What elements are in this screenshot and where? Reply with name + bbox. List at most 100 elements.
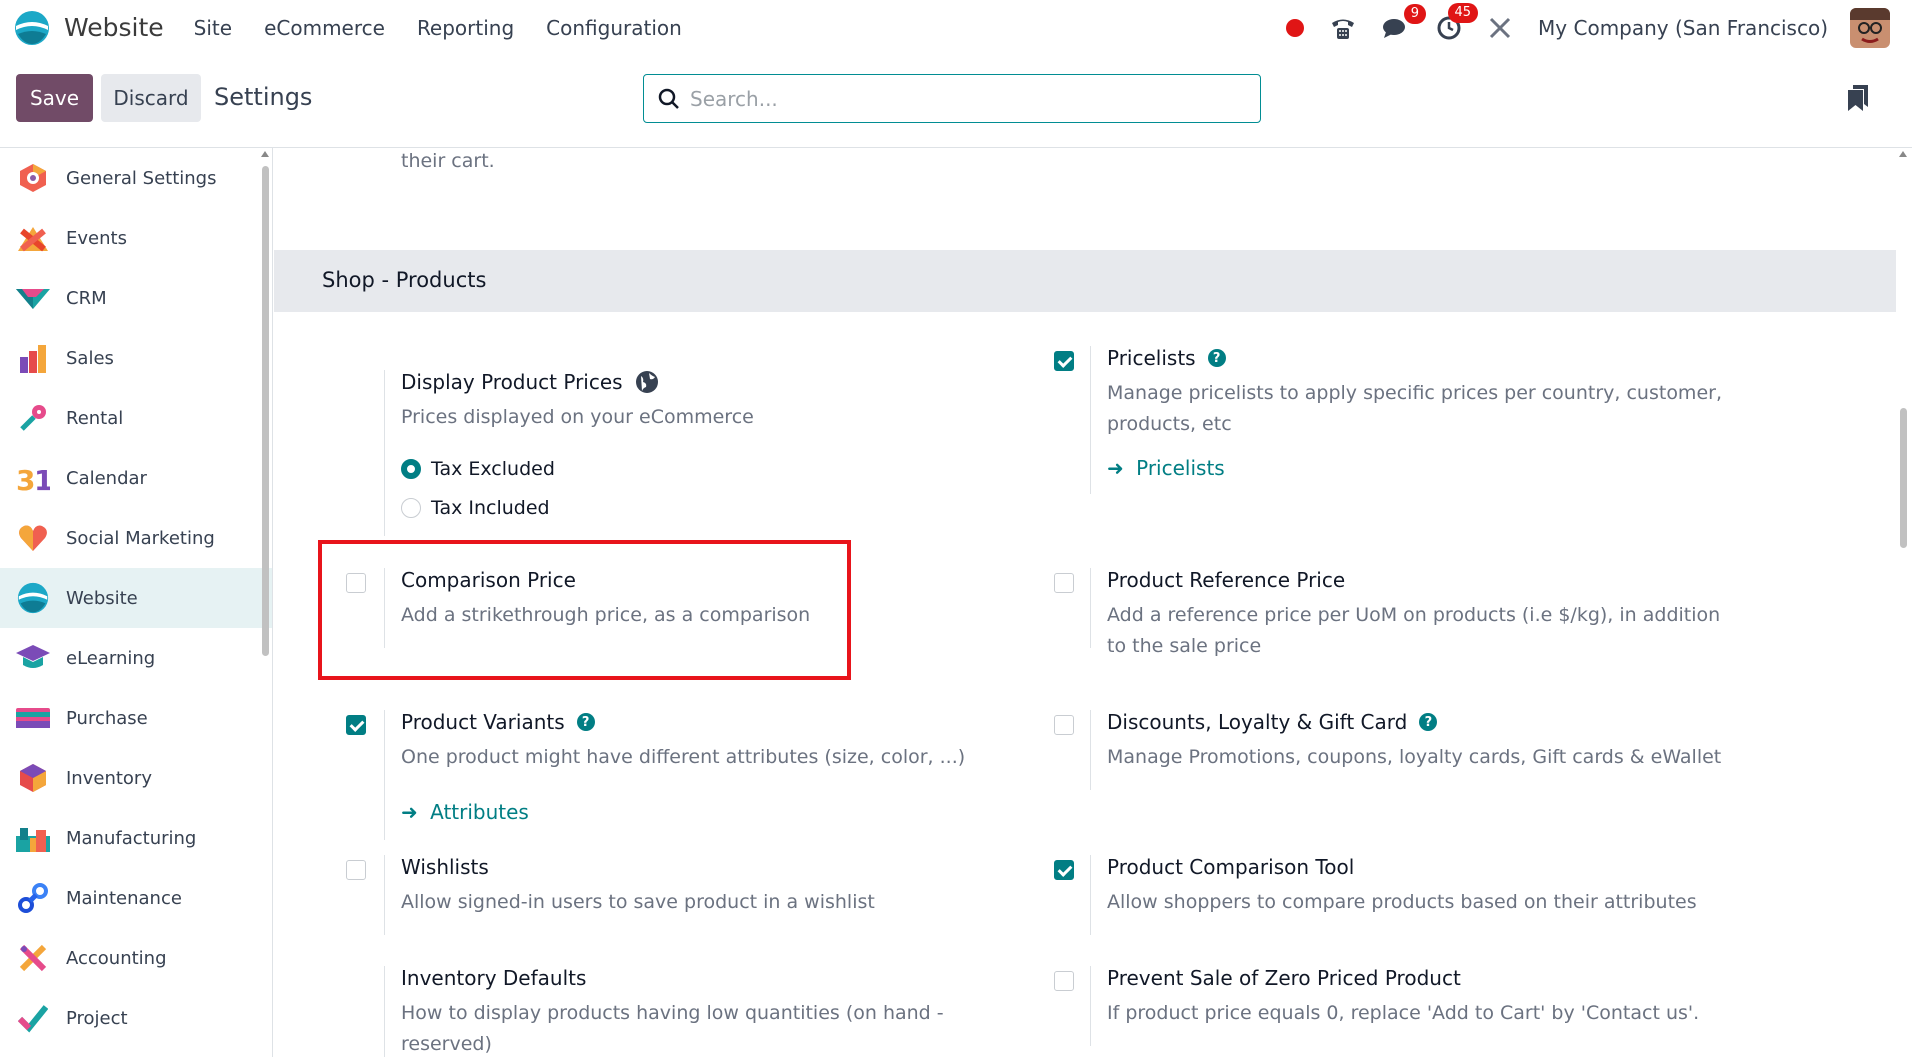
help-icon[interactable]: ? — [1207, 349, 1226, 367]
radio-tax-excluded[interactable]: Tax Excluded — [401, 458, 555, 480]
control-panel: Save Discard Settings — [0, 55, 1912, 148]
crm-icon — [16, 281, 50, 315]
pricelists-link[interactable]: ➜ Pricelists — [1107, 456, 1225, 480]
sidebar-item-project[interactable]: Project — [0, 988, 272, 1048]
help-icon[interactable]: ? — [1419, 713, 1438, 731]
phone-icon — [1332, 19, 1355, 39]
setting-divider — [384, 855, 385, 935]
menu-ecommerce[interactable]: eCommerce — [264, 16, 385, 40]
menu-configuration[interactable]: Configuration — [546, 16, 682, 40]
sidebar-item-elearning[interactable]: eLearning — [0, 628, 272, 688]
sidebar-item-calendar[interactable]: 31 Calendar — [0, 448, 272, 508]
radio-selected-icon — [401, 459, 421, 479]
previous-setting-desc-tail: their cart. — [401, 150, 495, 172]
rental-icon — [16, 401, 50, 435]
sidebar-item-label: Project — [66, 1007, 128, 1029]
sidebar-item-label: Social Marketing — [66, 527, 215, 549]
link-label: Pricelists — [1136, 456, 1225, 480]
setting-description: One product might have different attribu… — [401, 746, 966, 768]
setting-wishlists: Wishlists Allow signed-in users to save … — [384, 855, 984, 935]
app-brand[interactable]: Website — [14, 10, 194, 46]
setting-title: Product Comparison Tool — [1107, 855, 1355, 879]
phone-button[interactable] — [1330, 15, 1356, 41]
setting-description: If product price equals 0, replace 'Add … — [1107, 1002, 1700, 1024]
manufacturing-icon — [16, 821, 50, 855]
setting-title: Pricelists ? — [1107, 346, 1226, 370]
messages-button[interactable]: 9 — [1382, 3, 1427, 40]
sidebar-item-rental[interactable]: Rental — [0, 388, 272, 448]
svg-text:1: 1 — [34, 464, 50, 493]
avatar-icon — [1850, 7, 1890, 48]
sidebar-item-events[interactable]: Events — [0, 208, 272, 268]
accounting-icon — [16, 941, 50, 975]
page-title: Settings — [214, 83, 313, 111]
setting-description: Prices displayed on your eCommerce — [401, 406, 754, 428]
sidebar-item-label: Accounting — [66, 947, 167, 969]
sidebar-item-label: Events — [66, 227, 127, 249]
attributes-link[interactable]: ➜ Attributes — [401, 800, 529, 824]
app-title: Website — [64, 13, 164, 42]
sidebar-item-general-settings[interactable]: General Settings — [0, 148, 272, 208]
setting-title-text: Pricelists — [1107, 346, 1196, 370]
comparison-tool-checkbox[interactable] — [1054, 860, 1074, 880]
bookmark-icon[interactable] — [1848, 85, 1868, 111]
section-header: Shop - Products — [274, 250, 1896, 312]
link-label: Attributes — [430, 800, 529, 824]
sidebar-item-maintenance[interactable]: Maintenance — [0, 868, 272, 928]
setting-description: Manage Promotions, coupons, loyalty card… — [1107, 746, 1722, 768]
recording-indicator[interactable] — [1286, 18, 1305, 37]
sidebar-item-accounting[interactable]: Accounting — [0, 928, 272, 988]
website-icon — [16, 581, 50, 615]
sidebar-scroll-up-arrow[interactable] — [261, 151, 269, 157]
setting-divider — [384, 966, 385, 1057]
sidebar-item-social-marketing[interactable]: Social Marketing — [0, 508, 272, 568]
wishlists-checkbox[interactable] — [346, 860, 366, 880]
help-icon[interactable]: ? — [576, 713, 595, 731]
search-input[interactable] — [690, 86, 1250, 111]
setting-divider — [1090, 346, 1091, 494]
comparison-price-highlight-box — [318, 540, 851, 680]
sidebar-item-manufacturing[interactable]: Manufacturing — [0, 808, 272, 868]
sidebar-item-sales[interactable]: Sales — [0, 328, 272, 388]
menu-site[interactable]: Site — [194, 16, 232, 40]
menu-reporting[interactable]: Reporting — [417, 16, 514, 40]
settings-sidebar: General Settings Events CRM Sales Rental… — [0, 148, 273, 1057]
setting-divider — [1090, 568, 1091, 648]
discard-button[interactable]: Discard — [101, 74, 201, 122]
top-navbar: Website Site eCommerce Reporting Configu… — [0, 0, 1912, 55]
activities-button[interactable]: 45 — [1436, 2, 1479, 41]
content-scroll-up-arrow[interactable] — [1899, 151, 1907, 157]
discounts-checkbox[interactable] — [1054, 715, 1074, 735]
setting-title: Product Variants ? — [401, 710, 595, 734]
company-switcher[interactable]: My Company (San Francisco) — [1538, 16, 1828, 40]
zero-price-checkbox[interactable] — [1054, 971, 1074, 991]
social-marketing-icon — [16, 521, 50, 555]
pricelists-checkbox[interactable] — [1054, 351, 1074, 371]
setting-divider — [1090, 966, 1091, 1046]
product-variants-checkbox[interactable] — [346, 715, 366, 735]
sidebar-item-crm[interactable]: CRM — [0, 268, 272, 328]
purchase-icon — [16, 701, 50, 735]
reference-price-checkbox[interactable] — [1054, 573, 1074, 593]
sidebar-item-website[interactable]: Website — [0, 568, 272, 628]
search-box[interactable] — [643, 74, 1261, 123]
save-button[interactable]: Save — [16, 74, 93, 122]
sales-icon — [16, 341, 50, 375]
sidebar-scrollbar[interactable] — [262, 166, 269, 656]
user-avatar[interactable] — [1850, 7, 1890, 48]
setting-inventory-defaults: Inventory Defaults How to display produc… — [384, 966, 984, 1057]
sidebar-item-label: Inventory — [66, 767, 152, 789]
sidebar-item-purchase[interactable]: Purchase — [0, 688, 272, 748]
setting-product-variants: Product Variants ? One product might hav… — [384, 710, 984, 840]
debug-tools-button[interactable] — [1488, 16, 1512, 40]
activities-badge: 45 — [1447, 2, 1479, 23]
arrow-right-icon: ➜ — [401, 800, 418, 824]
setting-product-reference-price: Product Reference Price Add a reference … — [1090, 568, 1790, 657]
radio-tax-included[interactable]: Tax Included — [401, 497, 550, 519]
sidebar-item-label: Manufacturing — [66, 827, 197, 849]
maintenance-icon — [16, 881, 50, 915]
content-scrollbar[interactable] — [1900, 408, 1907, 548]
sidebar-item-inventory[interactable]: Inventory — [0, 748, 272, 808]
sidebar-item-label: Purchase — [66, 707, 148, 729]
setting-divider — [384, 370, 385, 536]
